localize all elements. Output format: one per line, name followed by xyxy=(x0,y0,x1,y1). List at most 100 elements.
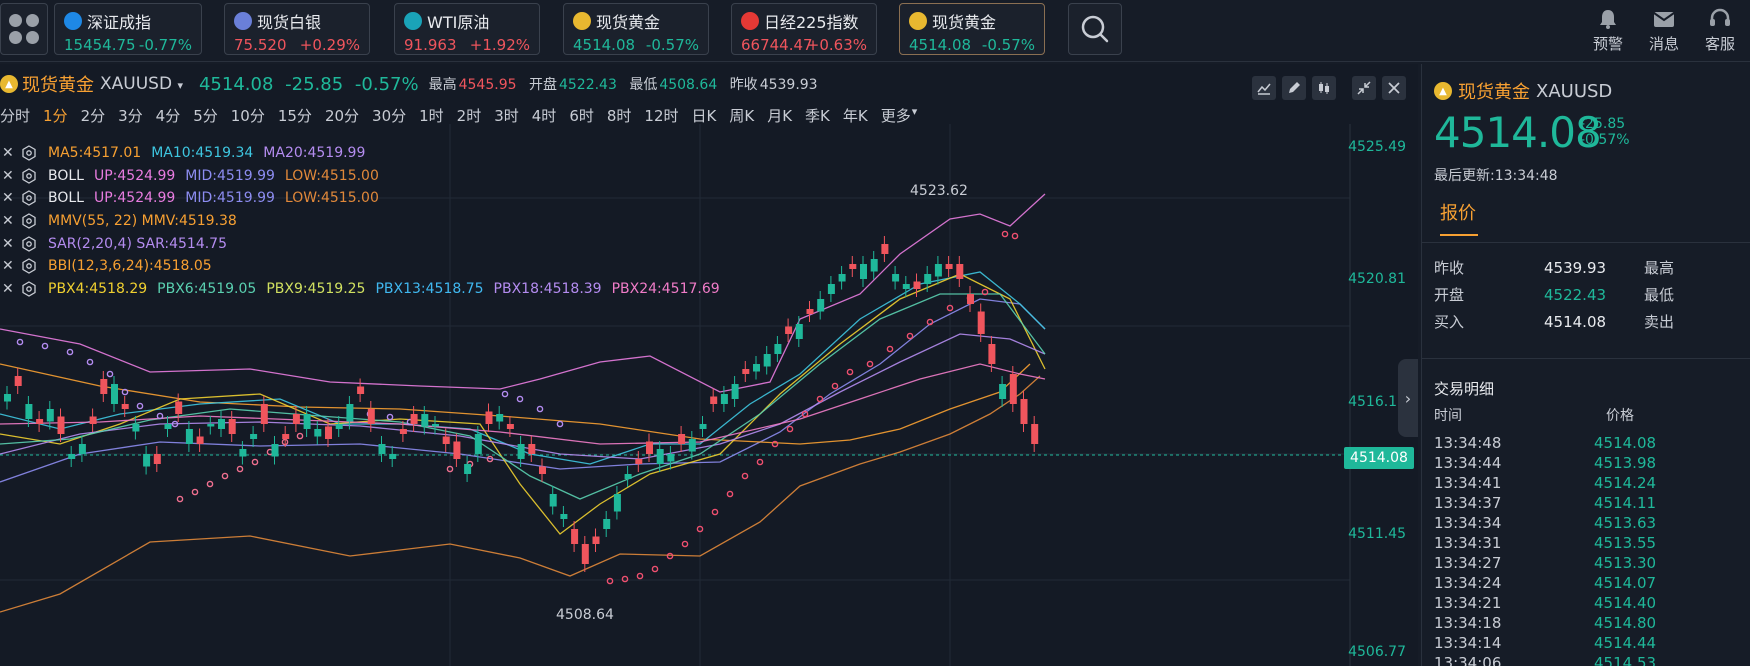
candle-type-button[interactable] xyxy=(1312,76,1336,100)
period-option[interactable]: 1时 xyxy=(419,105,444,126)
expand-panel-handle[interactable]: › xyxy=(1398,359,1418,437)
period-option[interactable]: 2时 xyxy=(457,105,482,126)
period-option[interactable]: 年K xyxy=(843,105,868,126)
period-option[interactable]: 6时 xyxy=(569,105,594,126)
collapse-chart-button[interactable] xyxy=(1352,76,1376,100)
trade-row: 13:34:44 4513.98 xyxy=(1434,454,1734,474)
period-option[interactable]: 分时 xyxy=(0,105,30,126)
remove-indicator-icon[interactable]: ✕ xyxy=(2,236,20,252)
apps-menu-button[interactable] xyxy=(0,3,48,55)
period-option[interactable]: 8时 xyxy=(607,105,632,126)
candle-body xyxy=(806,309,814,314)
candle-body xyxy=(14,376,22,386)
remove-indicator-icon[interactable]: ✕ xyxy=(2,190,20,206)
trade-price: 4513.30 xyxy=(1594,554,1657,572)
close-chart-button[interactable] xyxy=(1382,76,1406,100)
quote-value: 4539.93 xyxy=(1544,258,1607,277)
ticker-card[interactable]: 日经225指数 66744.47 +0.63% xyxy=(731,3,877,55)
period-option[interactable]: 10分 xyxy=(231,105,265,126)
customer-service-button[interactable]: 客服 xyxy=(1694,8,1746,54)
ticker-card[interactable]: 深证成指 15454.75 -0.77% xyxy=(54,3,202,55)
y-tick-label: 4511.45 xyxy=(1348,526,1406,542)
candles-icon xyxy=(1319,82,1329,94)
period-option[interactable]: 12时 xyxy=(644,105,678,126)
indicator-value: PBX4:4518.29 xyxy=(48,280,148,297)
alert-button[interactable]: 预警 xyxy=(1582,8,1634,54)
high-label: 最高 xyxy=(428,77,457,93)
period-option[interactable]: 3时 xyxy=(494,105,519,126)
candle-body xyxy=(410,414,418,424)
symbol-change-pct: -0.57% xyxy=(354,73,419,95)
period-option[interactable]: 更多 xyxy=(881,105,911,126)
period-option[interactable]: 4分 xyxy=(156,105,181,126)
sar-dot xyxy=(846,368,854,376)
panel-price: 4514.08 xyxy=(1434,108,1602,157)
candle-body xyxy=(111,384,118,404)
indicator-value: LOW:4515.00 xyxy=(284,190,379,207)
candle-body xyxy=(453,441,461,459)
period-option[interactable]: 1分 xyxy=(43,105,68,126)
ticker-name: 现货白银 xyxy=(257,13,322,32)
chevron-right-icon: › xyxy=(1404,388,1412,408)
candle-body xyxy=(656,449,664,464)
ticker-value: 4514.08 xyxy=(573,36,636,54)
settings-icon[interactable] xyxy=(20,168,38,184)
candle-body xyxy=(785,326,793,334)
draw-tool-button[interactable] xyxy=(1282,76,1306,100)
remove-indicator-icon[interactable]: ✕ xyxy=(2,168,20,184)
period-option[interactable]: 4时 xyxy=(532,105,557,126)
candle-body xyxy=(753,364,760,372)
settings-icon[interactable] xyxy=(20,235,38,252)
quote-row: 开盘 4522.43 最低 xyxy=(1434,281,1750,308)
indicator-value: PBX24:4517.69 xyxy=(611,280,720,297)
period-option[interactable]: 2分 xyxy=(81,105,106,126)
indicator-line xyxy=(0,375,1041,613)
candle-body xyxy=(346,404,354,422)
period-option[interactable]: 月K xyxy=(767,105,792,126)
period-option[interactable]: 15分 xyxy=(278,105,312,126)
sar-dot xyxy=(516,395,524,403)
sar-dot xyxy=(191,488,199,496)
settings-icon[interactable] xyxy=(20,190,38,207)
period-option[interactable]: 季K xyxy=(805,105,830,126)
candle-body xyxy=(367,409,375,424)
remove-indicator-icon[interactable]: ✕ xyxy=(2,145,20,161)
period-option[interactable]: 30分 xyxy=(372,105,406,126)
messages-button[interactable]: 消息 xyxy=(1638,8,1690,54)
gold-icon: ▲ xyxy=(1434,82,1452,100)
remove-indicator-icon[interactable]: ✕ xyxy=(2,258,20,274)
divider xyxy=(1422,358,1750,359)
indicator-value: PBX18:4518.39 xyxy=(493,280,602,297)
ticker-card[interactable]: 现货黄金 4514.08 -0.57% xyxy=(899,3,1045,55)
sar-dot xyxy=(606,577,614,585)
indicator-row: ✕ MA5:4517.01 MA10:4519.34 MA20:4519.99 xyxy=(0,142,730,165)
ticker-card[interactable]: 现货白银 75.520 +0.29% xyxy=(224,3,370,55)
ticker-card[interactable]: WTI原油 91.963 +1.92% xyxy=(394,3,540,55)
chart-area[interactable]: ▲ 现货黄金 XAUUSD ▾ 4514.08 -25.85 -0.57% 最高… xyxy=(0,64,1418,666)
search-icon xyxy=(1081,15,1109,43)
sar-dot xyxy=(386,413,394,421)
period-option[interactable]: 日K xyxy=(692,105,717,126)
period-option[interactable]: 周K xyxy=(729,105,754,126)
sar-dot xyxy=(831,382,839,390)
period-option[interactable]: 5分 xyxy=(193,105,218,126)
symbol-code-dropdown[interactable]: XAUUSD ▾ xyxy=(100,74,183,94)
symbol-change: -25.85 xyxy=(285,73,344,95)
candle-body xyxy=(613,494,621,512)
ticker-card[interactable]: 现货黄金 4514.08 -0.57% xyxy=(563,3,709,55)
period-option[interactable]: 20分 xyxy=(325,105,359,126)
indicator-value: PBX13:4518.75 xyxy=(375,280,484,297)
search-button[interactable] xyxy=(1068,3,1122,55)
period-option[interactable]: 3分 xyxy=(118,105,143,126)
settings-icon[interactable] xyxy=(20,258,38,275)
candle-body xyxy=(539,466,546,474)
remove-indicator-icon[interactable]: ✕ xyxy=(2,281,20,297)
settings-icon[interactable] xyxy=(20,145,38,162)
remove-indicator-icon[interactable]: ✕ xyxy=(2,213,20,229)
tab-quote[interactable]: 报价 xyxy=(1440,199,1476,225)
settings-icon[interactable] xyxy=(20,281,38,297)
candle-body xyxy=(46,409,54,422)
trade-list[interactable]: 13:34:48 4514.08 13:34:44 4513.98 13:34:41 45… xyxy=(1434,434,1734,666)
settings-icon[interactable] xyxy=(20,213,38,229)
indicator-settings-button[interactable] xyxy=(1252,76,1276,100)
